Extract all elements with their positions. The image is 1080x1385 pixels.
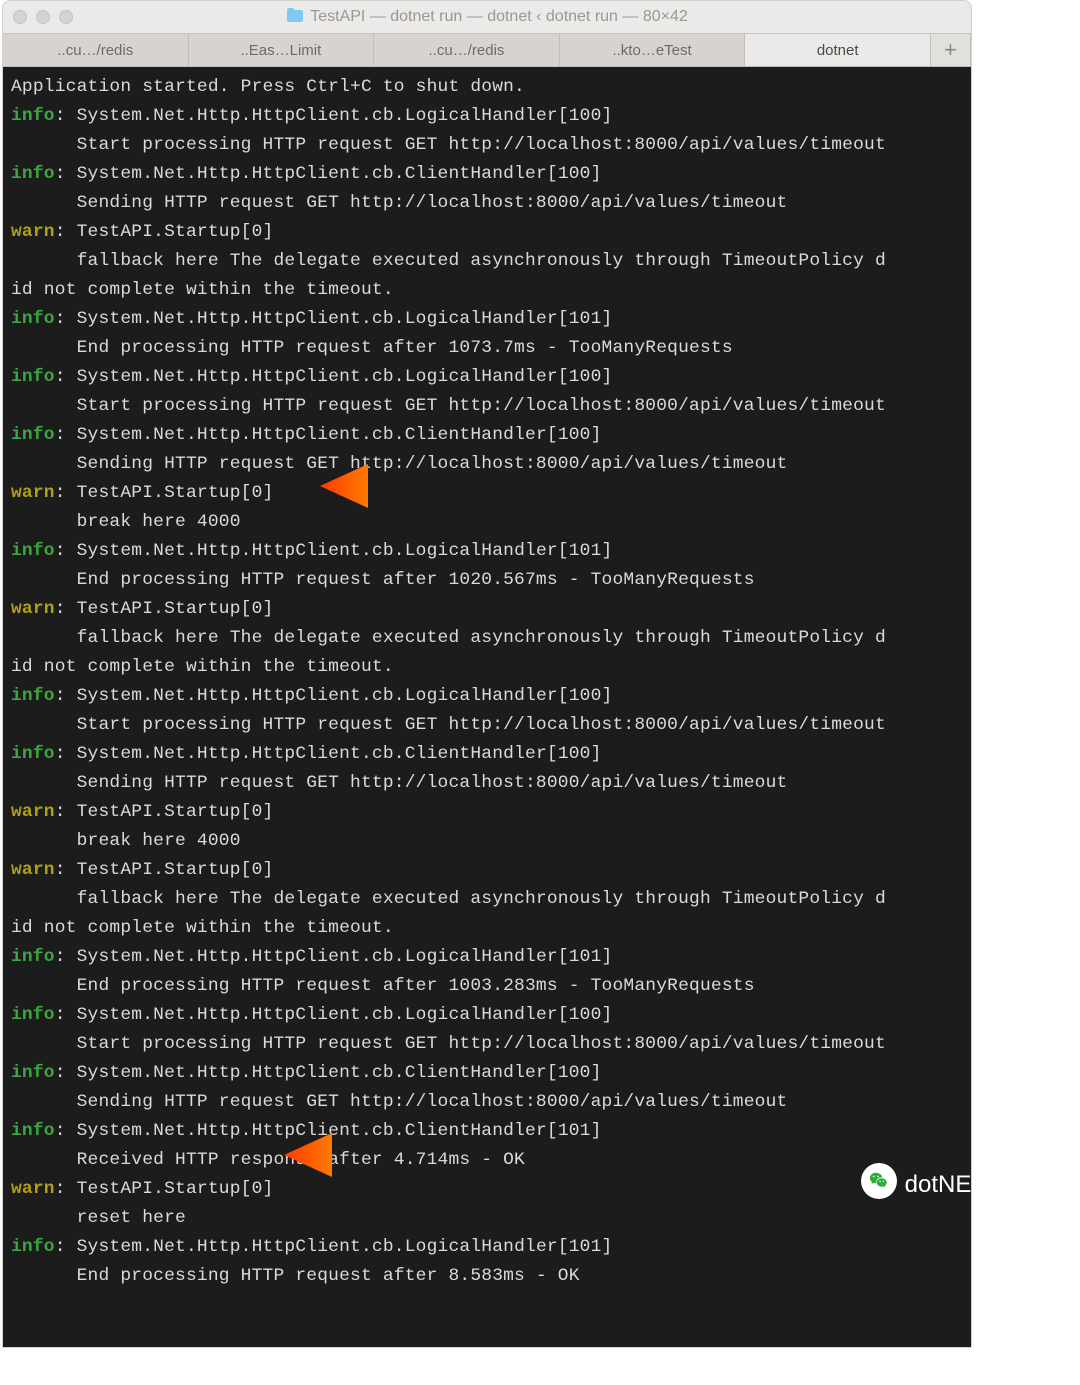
log-level: info — [11, 1063, 55, 1083]
log-line: System.Net.Http.HttpClient.cb.LogicalHan… — [77, 309, 613, 329]
log-line: fallback here The delegate executed asyn… — [11, 628, 886, 648]
zoom-icon[interactable] — [59, 10, 73, 24]
log-line: System.Net.Http.HttpClient.cb.ClientHand… — [77, 1121, 602, 1141]
log-line: System.Net.Http.HttpClient.cb.LogicalHan… — [77, 106, 613, 126]
log-level: info — [11, 106, 55, 126]
log-line: Sending HTTP request GET http://localhos… — [11, 454, 787, 474]
log-line: break here 4000 — [11, 512, 241, 532]
log-level: warn — [11, 1179, 55, 1199]
tab[interactable]: ..kto…eTest — [560, 34, 746, 66]
log-line: End processing HTTP request after 1003.2… — [11, 976, 755, 996]
log-line: Start processing HTTP request GET http:/… — [11, 396, 886, 416]
log-line: Sending HTTP request GET http://localhos… — [11, 773, 787, 793]
log-line: System.Net.Http.HttpClient.cb.ClientHand… — [77, 425, 602, 445]
log-level: warn — [11, 860, 55, 880]
watermark-text: dotNET跨平台 — [905, 1164, 1058, 1199]
tab[interactable]: dotnet — [745, 34, 931, 66]
terminal-output[interactable]: Application started. Press Ctrl+C to shu… — [3, 67, 971, 1347]
add-tab-button[interactable]: + — [931, 34, 971, 66]
log-line: System.Net.Http.HttpClient.cb.LogicalHan… — [77, 1237, 613, 1257]
minimize-icon[interactable] — [36, 10, 50, 24]
log-line: Sending HTTP request GET http://localhos… — [11, 1092, 787, 1112]
log-line: Received HTTP response after 4.714ms - O… — [11, 1150, 525, 1170]
log-line: Start processing HTTP request GET http:/… — [11, 715, 886, 735]
log-level: info — [11, 744, 55, 764]
log-line: reset here — [11, 1208, 186, 1228]
log-line: System.Net.Http.HttpClient.cb.LogicalHan… — [77, 367, 613, 387]
log-line: System.Net.Http.HttpClient.cb.LogicalHan… — [77, 1005, 613, 1025]
log-line: End processing HTTP request after 8.583m… — [11, 1266, 580, 1286]
log-level: warn — [11, 802, 55, 822]
log-line: Start processing HTTP request GET http:/… — [11, 135, 886, 155]
log-line: fallback here The delegate executed asyn… — [11, 889, 886, 909]
titlebar[interactable]: TestAPI — dotnet run — dotnet ‹ dotnet r… — [3, 1, 971, 33]
folder-icon — [286, 8, 304, 27]
tab[interactable]: ..cu…/redis — [3, 34, 189, 66]
log-line: Sending HTTP request GET http://localhos… — [11, 193, 787, 213]
log-level: warn — [11, 483, 55, 503]
log-level: info — [11, 164, 55, 184]
window-controls — [13, 10, 73, 24]
window-title: TestAPI — dotnet run — dotnet ‹ dotnet r… — [3, 8, 971, 27]
terminal-window: TestAPI — dotnet run — dotnet ‹ dotnet r… — [2, 0, 972, 1348]
log-line: System.Net.Http.HttpClient.cb.ClientHand… — [77, 164, 602, 184]
wechat-icon — [861, 1163, 897, 1199]
log-level: info — [11, 1121, 55, 1141]
log-line: Start processing HTTP request GET http:/… — [11, 1034, 886, 1054]
log-line: System.Net.Http.HttpClient.cb.LogicalHan… — [77, 686, 613, 706]
log-line: TestAPI.Startup[0] — [77, 860, 274, 880]
tab[interactable]: ..cu…/redis — [374, 34, 560, 66]
log-line: TestAPI.Startup[0] — [77, 599, 274, 619]
log-level: info — [11, 686, 55, 706]
log-line: Application started. Press Ctrl+C to shu… — [11, 77, 525, 97]
tab[interactable]: ..Eas…Limit — [189, 34, 375, 66]
log-line: System.Net.Http.HttpClient.cb.LogicalHan… — [77, 541, 613, 561]
log-level: info — [11, 947, 55, 967]
log-line: End processing HTTP request after 1020.5… — [11, 570, 755, 590]
log-line: break here 4000 — [11, 831, 241, 851]
log-line: id not complete within the timeout. — [11, 280, 394, 300]
log-level: warn — [11, 599, 55, 619]
log-line: TestAPI.Startup[0] — [77, 1179, 274, 1199]
log-line: TestAPI.Startup[0] — [77, 802, 274, 822]
log-level: info — [11, 367, 55, 387]
log-line: System.Net.Http.HttpClient.cb.ClientHand… — [77, 1063, 602, 1083]
log-line: System.Net.Http.HttpClient.cb.LogicalHan… — [77, 947, 613, 967]
log-level: info — [11, 1005, 55, 1025]
log-line: fallback here The delegate executed asyn… — [11, 251, 886, 271]
log-line: id not complete within the timeout. — [11, 918, 394, 938]
log-level: info — [11, 1237, 55, 1257]
log-line: System.Net.Http.HttpClient.cb.ClientHand… — [77, 744, 602, 764]
log-line: TestAPI.Startup[0] — [77, 483, 274, 503]
log-line: id not complete within the timeout. — [11, 657, 394, 677]
log-line: TestAPI.Startup[0] — [77, 222, 274, 242]
log-level: info — [11, 309, 55, 329]
log-level: warn — [11, 222, 55, 242]
tabbar: ..cu…/redis..Eas…Limit..cu…/redis..kto…e… — [3, 33, 971, 67]
log-level: info — [11, 541, 55, 561]
close-icon[interactable] — [13, 10, 27, 24]
log-level: info — [11, 425, 55, 445]
watermark: dotNET跨平台 — [861, 1163, 1058, 1199]
log-line: End processing HTTP request after 1073.7… — [11, 338, 733, 358]
window-title-text: TestAPI — dotnet run — dotnet ‹ dotnet r… — [310, 8, 688, 26]
